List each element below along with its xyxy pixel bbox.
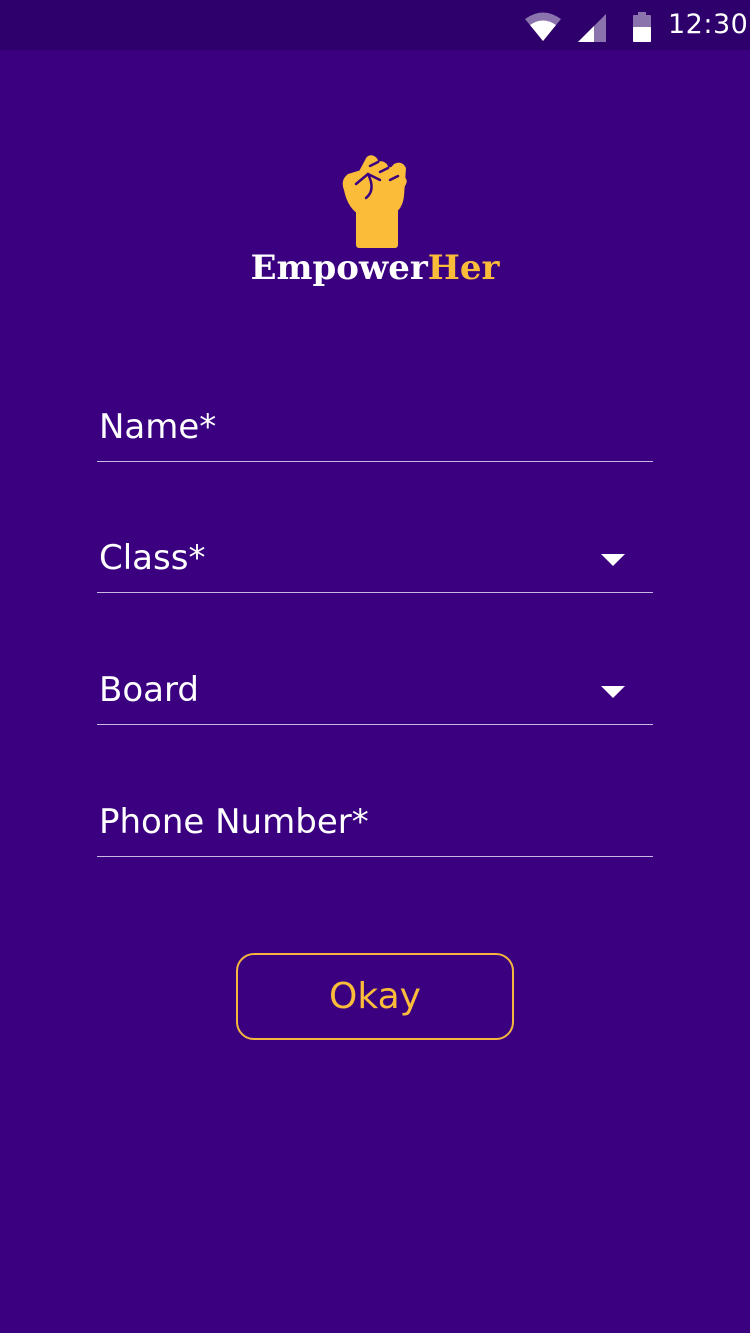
brand-name: EmpowerHer: [0, 248, 750, 288]
phone-number-field[interactable]: Phone Number*: [97, 791, 653, 857]
board-dropdown-label: Board: [99, 670, 199, 710]
app-logo: EmpowerHer: [0, 150, 750, 288]
chevron-down-icon: [601, 686, 625, 698]
class-dropdown[interactable]: Class*: [97, 527, 653, 593]
brand-name-part2: Her: [427, 248, 500, 288]
raised-fist-icon: [342, 155, 407, 248]
name-field-label: Name*: [99, 407, 217, 447]
status-bar: 12:30: [0, 0, 750, 50]
phone-number-field-label: Phone Number*: [99, 802, 369, 842]
cellular-signal-icon: [578, 14, 606, 42]
okay-button[interactable]: Okay: [236, 953, 514, 1040]
name-field[interactable]: Name*: [97, 396, 653, 462]
board-dropdown[interactable]: Board: [97, 659, 653, 725]
brand-name-part1: Empower: [250, 248, 428, 288]
class-dropdown-label: Class*: [99, 538, 206, 578]
battery-icon: [633, 12, 651, 42]
status-time: 12:30: [668, 9, 749, 40]
wifi-icon: [525, 12, 561, 41]
chevron-down-icon: [601, 554, 625, 566]
